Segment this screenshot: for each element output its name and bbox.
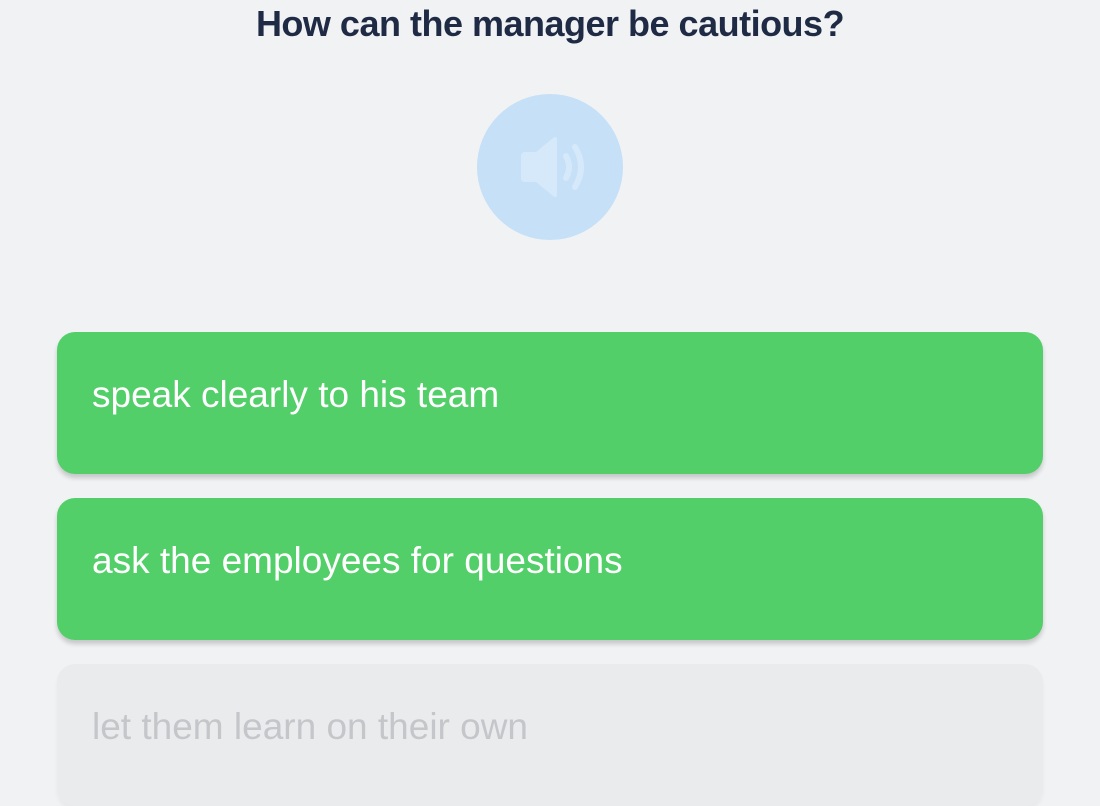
play-audio-button[interactable] [477, 94, 623, 240]
answer-option-label: ask the employees for questions [92, 540, 623, 581]
answer-option-label: let them learn on their own [92, 706, 529, 747]
answer-option-1[interactable]: speak clearly to his team [57, 332, 1043, 474]
question-title: How can the manager be cautious? [255, 3, 845, 44]
speaker-icon [521, 136, 584, 198]
answer-option-2[interactable]: ask the employees for questions [57, 498, 1043, 640]
answer-option-3[interactable]: let them learn on their own [57, 664, 1043, 806]
answer-option-label: speak clearly to his team [92, 374, 500, 415]
